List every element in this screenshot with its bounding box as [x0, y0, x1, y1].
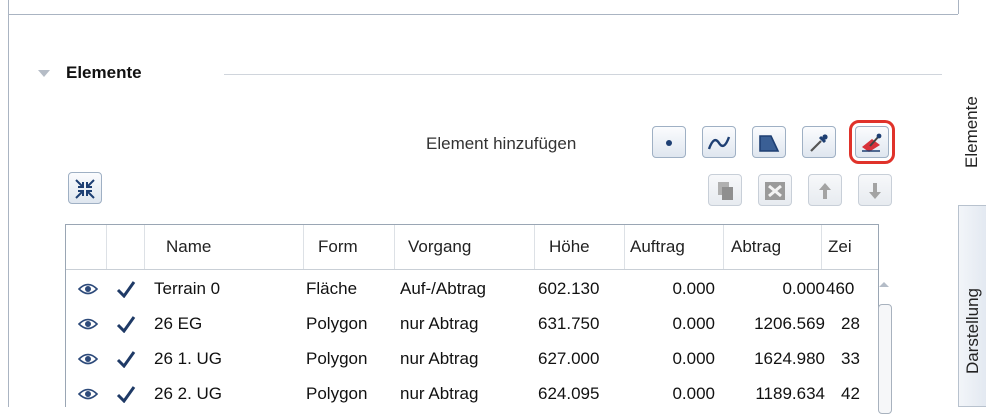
move-down-icon — [869, 183, 881, 199]
panel-border-top — [8, 14, 958, 15]
column-separator — [144, 225, 145, 269]
cell-hoehe: 627.000 — [538, 349, 600, 368]
delete-button[interactable] — [758, 174, 792, 206]
cell-name: Terrain 0 — [154, 279, 221, 298]
cell-vorgang: nur Abtrag — [400, 384, 479, 403]
copy-button[interactable] — [708, 174, 742, 206]
table-row[interactable]: 26 1. UG Polygon nur Abtrag 627.000 0.00… — [66, 344, 878, 374]
group-divider — [224, 74, 942, 75]
collapse-all-button[interactable] — [68, 172, 102, 204]
cell-zei: 33 — [841, 349, 860, 368]
line-element-icon — [707, 136, 731, 150]
cell-form: Polygon — [306, 314, 368, 333]
eye-icon[interactable] — [78, 282, 98, 296]
cell-form: Polygon — [306, 349, 368, 368]
side-tab-elemente[interactable]: Elemente — [958, 40, 986, 190]
check-icon[interactable] — [116, 280, 136, 298]
column-separator — [624, 225, 625, 269]
move-up-icon — [819, 183, 831, 199]
cell-abtrag: 1189.634 — [755, 384, 825, 403]
column-separator — [821, 225, 822, 269]
cell-auftrag: 0.000 — [672, 314, 715, 333]
scroll-thumb[interactable] — [878, 304, 892, 414]
add-from-existing-icon — [862, 133, 882, 152]
move-up-button[interactable] — [808, 174, 842, 206]
panel-border — [8, 0, 9, 407]
cell-form: Polygon — [306, 384, 368, 403]
cell-auftrag: 0.000 — [672, 384, 715, 403]
column-separator — [394, 225, 395, 269]
cell-abtrag: 1206.569 — [754, 314, 825, 333]
cell-name: 26 2. UG — [154, 384, 223, 403]
point-element-icon — [666, 140, 672, 146]
add-element-label: Element hinzufügen — [426, 134, 577, 153]
cell-form: Fläche — [306, 279, 358, 298]
delete-icon — [765, 182, 785, 200]
side-tab-label: Elemente — [962, 96, 981, 168]
check-icon[interactable] — [116, 350, 136, 368]
cell-auftrag: 0.000 — [672, 349, 715, 368]
eye-icon[interactable] — [78, 387, 98, 401]
add-point-button[interactable] — [652, 126, 686, 158]
move-down-button[interactable] — [858, 174, 892, 206]
cell-vorgang: nur Abtrag — [400, 349, 479, 368]
column-header-abtrag[interactable]: Abtrag — [731, 225, 781, 269]
cell-hoehe: 631.750 — [538, 314, 600, 333]
cell-zei: 28 — [841, 314, 860, 333]
cell-name: 26 EG — [154, 314, 203, 333]
cell-hoehe: 624.095 — [538, 384, 600, 403]
eye-icon[interactable] — [78, 317, 98, 331]
add-line-button[interactable] — [702, 126, 736, 158]
table-row[interactable]: 26 EG Polygon nur Abtrag 631.750 0.000 1… — [66, 309, 878, 339]
column-header-name[interactable]: Name — [166, 225, 211, 269]
pipette-icon — [810, 134, 828, 152]
cell-name: 26 1. UG — [154, 349, 223, 368]
add-area-button[interactable] — [752, 126, 786, 158]
column-header-zei[interactable]: Zei — [828, 225, 852, 269]
table-row[interactable]: Terrain 0 Fläche Auf-/Abtrag 602.130 0.0… — [66, 274, 878, 304]
eye-icon[interactable] — [78, 352, 98, 366]
cell-zei: 42 — [841, 384, 860, 403]
side-tab-border — [958, 0, 959, 14]
side-tab-label: Darstellung — [963, 288, 982, 374]
cell-vorgang: nur Abtrag — [400, 314, 479, 333]
cell-auftrag: 0.000 — [672, 279, 715, 298]
check-icon[interactable] — [116, 315, 136, 333]
cell-vorgang: Auf-/Abtrag — [400, 279, 486, 298]
table-header: Name Form Vorgang Höhe Auftrag Abtrag Ze… — [66, 225, 878, 270]
cell-zei: 460 — [826, 279, 855, 298]
column-header-auftrag[interactable]: Auftrag — [630, 225, 685, 269]
cell-hoehe: 602.130 — [538, 279, 600, 298]
elements-group-header[interactable]: Elemente — [38, 62, 942, 84]
column-header-form[interactable]: Form — [318, 225, 358, 269]
column-separator — [723, 225, 724, 269]
table-scrollbar[interactable] — [875, 268, 894, 414]
group-title: Elemente — [66, 63, 142, 82]
column-separator — [106, 225, 107, 269]
pipette-button[interactable] — [802, 126, 836, 158]
elements-table[interactable]: Name Form Vorgang Höhe Auftrag Abtrag Ze… — [65, 224, 879, 407]
collapse-all-icon — [75, 179, 95, 199]
column-separator — [303, 225, 304, 269]
add-from-existing-button[interactable] — [849, 120, 895, 164]
scroll-up-arrow-icon[interactable] — [879, 282, 889, 287]
cell-abtrag: 0.000 — [782, 279, 825, 298]
collapse-triangle-icon[interactable] — [38, 70, 50, 77]
column-separator — [534, 225, 535, 269]
column-header-hoehe[interactable]: Höhe — [549, 225, 590, 269]
side-tab-darstellung[interactable]: Darstellung — [958, 205, 986, 407]
table-row[interactable]: 26 2. UG Polygon nur Abtrag 624.095 0.00… — [66, 379, 878, 407]
area-element-icon — [759, 135, 780, 152]
column-header-vorgang[interactable]: Vorgang — [408, 225, 471, 269]
check-icon[interactable] — [116, 385, 136, 403]
copy-icon — [718, 182, 733, 200]
cell-abtrag: 1624.980 — [754, 349, 825, 368]
